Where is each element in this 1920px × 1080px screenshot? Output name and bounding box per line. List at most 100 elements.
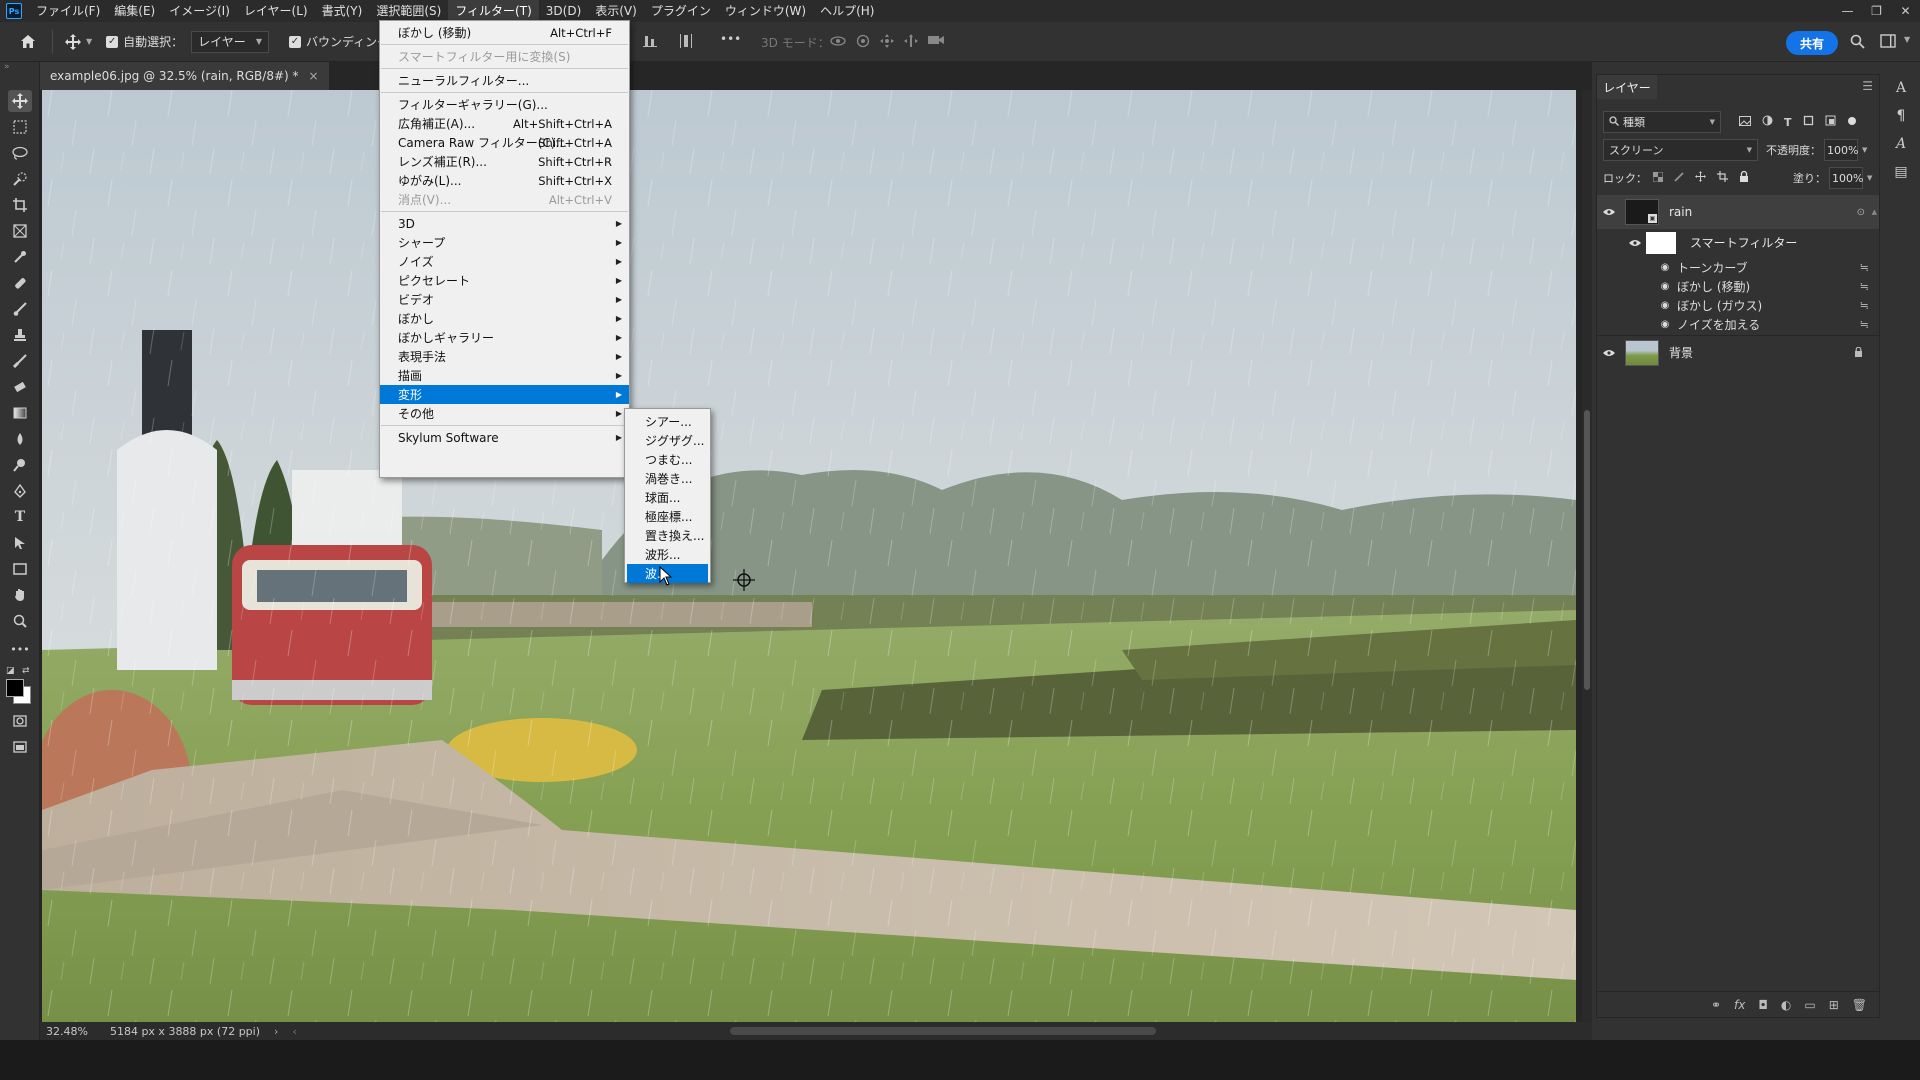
bounding-box-checkbox[interactable]: ✓	[288, 35, 301, 48]
smart-filter-link-icon[interactable]: ⊙	[1857, 207, 1865, 218]
menu-item[interactable]: レイヤー(L)	[237, 0, 315, 22]
smart-filter-item[interactable]: ◉ トーンカーブ ≒	[1657, 258, 1879, 277]
distort-menu-item[interactable]: 球面...	[627, 488, 708, 507]
foreground-color-swatch[interactable]	[6, 679, 24, 697]
vertical-scrollbar[interactable]	[1582, 90, 1592, 1022]
document-tab[interactable]: example06.jpg @ 32.5% (rain, RGB/8#) * ×	[40, 62, 329, 90]
distort-menu-item[interactable]: 波形...	[627, 545, 708, 564]
filter-menu-item[interactable]: フィルターギャラリー(G)...	[380, 95, 629, 114]
default-colors-icon[interactable]: ◪	[6, 666, 15, 676]
menu-item[interactable]: 表示(V)	[588, 0, 644, 22]
glyphs-panel-icon[interactable]: A	[1882, 130, 1920, 158]
panel-menu-icon[interactable]: ☰	[1862, 79, 1873, 93]
chevron-right-icon[interactable]: ›	[274, 1025, 278, 1038]
filter-menu-item[interactable]: 3D ▶	[380, 214, 629, 233]
visibility-eye-icon[interactable]	[1597, 346, 1621, 360]
menu-item[interactable]: イメージ(I)	[162, 0, 237, 22]
new-layer-icon[interactable]: ⊞	[1829, 998, 1839, 1012]
scroll-left-icon[interactable]: ‹	[292, 1025, 296, 1038]
close-window-button[interactable]: ✕	[1891, 0, 1920, 22]
search-icon[interactable]	[1850, 34, 1865, 49]
dodge-tool-icon[interactable]	[8, 454, 32, 476]
more-options-icon[interactable]: •••	[720, 32, 741, 46]
slide-3d-icon[interactable]	[904, 34, 918, 51]
menu-item[interactable]: ウィンドウ(W)	[718, 0, 813, 22]
filter-menu-item[interactable]: ゆがみ(L)... Shift+Ctrl+X	[380, 171, 629, 190]
distort-menu-item[interactable]: つまむ...	[627, 450, 708, 469]
filter-menu-item[interactable]: 変形 ▶	[380, 385, 629, 404]
lock-position-icon[interactable]	[1695, 171, 1706, 185]
filter-menu-item[interactable]: Skylum Software ▶	[380, 428, 629, 447]
hand-tool-icon[interactable]	[8, 584, 32, 606]
canvas-area[interactable]	[40, 90, 1582, 1022]
filter-pixel-icon[interactable]	[1739, 115, 1751, 129]
marquee-tool-icon[interactable]	[8, 116, 32, 138]
brush-tool-icon[interactable]	[8, 298, 32, 320]
zoom-level[interactable]: 32.48%	[46, 1025, 88, 1038]
smart-filter-row[interactable]: スマートフィルター	[1597, 229, 1879, 256]
visibility-eye-icon[interactable]	[1597, 239, 1641, 247]
filter-type-icon[interactable]: T	[1784, 116, 1792, 129]
type-tool-icon[interactable]: T	[8, 506, 32, 528]
share-button[interactable]: 共有	[1786, 31, 1838, 55]
blend-mode-dropdown[interactable]: スクリーン ▼	[1603, 139, 1758, 161]
document-image[interactable]	[42, 90, 1576, 1022]
visibility-eye-icon[interactable]: ◉	[1657, 281, 1673, 292]
filter-menu-item[interactable]: Camera Raw フィルター(C)... Shift+Ctrl+A	[380, 133, 629, 152]
menu-item[interactable]: ファイル(F)	[29, 0, 107, 22]
filter-adjustment-icon[interactable]	[1762, 115, 1773, 129]
camera-3d-icon[interactable]	[928, 34, 944, 51]
menu-item[interactable]: 選択範囲(S)	[369, 0, 448, 22]
edit-toolbar-icon[interactable]: •••	[8, 638, 32, 660]
filter-menu-item[interactable]: 広角補正(A)... Alt+Shift+Ctrl+A	[380, 114, 629, 133]
filter-blend-options-icon[interactable]: ≒	[1860, 280, 1869, 293]
move-tool-icon[interactable]	[65, 33, 81, 50]
chevron-down-icon[interactable]: ▼	[1904, 35, 1910, 44]
blur-tool-icon[interactable]	[8, 428, 32, 450]
visibility-eye-icon[interactable]	[1597, 205, 1621, 219]
horizontal-scroll-thumb[interactable]	[730, 1027, 1156, 1035]
menu-item[interactable]: 3D(D)	[539, 0, 588, 22]
opacity-input[interactable]: 100%	[1824, 139, 1858, 161]
close-tab-icon[interactable]: ×	[309, 69, 319, 83]
smart-filter-mask-thumbnail[interactable]	[1646, 231, 1676, 254]
link-layers-icon[interactable]: ⚭	[1711, 998, 1721, 1012]
filter-toggle-icon[interactable]	[1847, 115, 1857, 129]
healing-brush-tool-icon[interactable]	[8, 272, 32, 294]
paragraph-panel-icon[interactable]: ¶	[1882, 102, 1920, 130]
filter-menu-item[interactable]: ノイズ ▶	[380, 252, 629, 271]
swap-colors-icon[interactable]: ⇄	[22, 666, 30, 676]
filter-menu-item[interactable]: その他 ▶	[380, 404, 629, 423]
properties-panel-icon[interactable]: ▤	[1882, 158, 1920, 186]
layer-name[interactable]: 背景	[1669, 344, 1693, 361]
layer-style-icon[interactable]: fx	[1734, 998, 1745, 1012]
distort-menu-item[interactable]: ジグザグ...	[627, 431, 708, 450]
pen-tool-icon[interactable]	[8, 480, 32, 502]
chevron-down-icon[interactable]: ▼	[1862, 146, 1867, 154]
vertical-scroll-thumb[interactable]	[1584, 410, 1590, 690]
orbit-3d-icon[interactable]	[830, 34, 846, 51]
stamp-tool-icon[interactable]	[8, 324, 32, 346]
smart-filter-item[interactable]: ◉ ノイズを加える ≒	[1657, 315, 1879, 334]
smart-filter-item[interactable]: ◉ ぼかし (ガウス) ≒	[1657, 296, 1879, 315]
quick-mask-icon[interactable]	[8, 710, 32, 732]
drag-3d-icon[interactable]	[880, 34, 894, 51]
path-select-tool-icon[interactable]	[8, 532, 32, 554]
lock-transparent-icon[interactable]	[1652, 171, 1664, 185]
filter-menu-item[interactable]: シャープ ▶	[380, 233, 629, 252]
minimize-button[interactable]: —	[1833, 0, 1862, 22]
collapse-arrow-icon[interactable]: ▲	[1872, 208, 1877, 216]
layer-background[interactable]: 背景	[1597, 335, 1879, 369]
character-panel-icon[interactable]: A	[1882, 74, 1920, 102]
layer-name[interactable]: rain	[1669, 205, 1692, 219]
history-brush-tool-icon[interactable]	[8, 350, 32, 372]
lock-artboard-icon[interactable]	[1717, 171, 1728, 185]
new-group-icon[interactable]: ▭	[1804, 998, 1815, 1012]
fill-input[interactable]: 100%	[1829, 167, 1863, 189]
lock-all-icon[interactable]	[1739, 170, 1749, 185]
auto-select-checkbox[interactable]: ✓	[106, 35, 119, 48]
move-tool-icon[interactable]	[8, 90, 32, 112]
add-mask-icon[interactable]: ◘	[1758, 998, 1768, 1012]
roll-3d-icon[interactable]	[856, 34, 870, 51]
chevron-down-icon[interactable]: ▼	[86, 37, 92, 46]
